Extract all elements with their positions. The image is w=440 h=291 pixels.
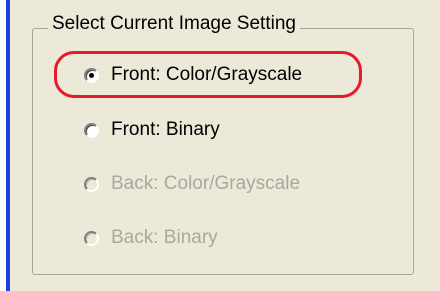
radio-button-icon: [84, 230, 99, 246]
radio-button-icon[interactable]: [84, 122, 99, 138]
radio-label: Back: Binary: [111, 227, 218, 248]
groupbox-title: Select Current Image Setting: [48, 13, 300, 35]
radio-label: Back: Color/Grayscale: [111, 173, 301, 194]
radio-button-icon: [84, 176, 99, 192]
radio-front-color-grayscale[interactable]: Front: Color/Grayscale: [84, 61, 302, 89]
radio-button-icon[interactable]: [84, 67, 99, 83]
settings-panel: Select Current Image Setting Front: Colo…: [10, 0, 440, 291]
radio-label: Front: Binary: [111, 119, 220, 140]
radio-label: Front: Color/Grayscale: [111, 64, 303, 85]
radio-front-binary[interactable]: Front: Binary: [84, 116, 220, 144]
radio-selected-dot: [89, 72, 94, 78]
radio-back-color-grayscale: Back: Color/Grayscale: [84, 170, 300, 198]
radio-back-binary: Back: Binary: [84, 224, 218, 252]
